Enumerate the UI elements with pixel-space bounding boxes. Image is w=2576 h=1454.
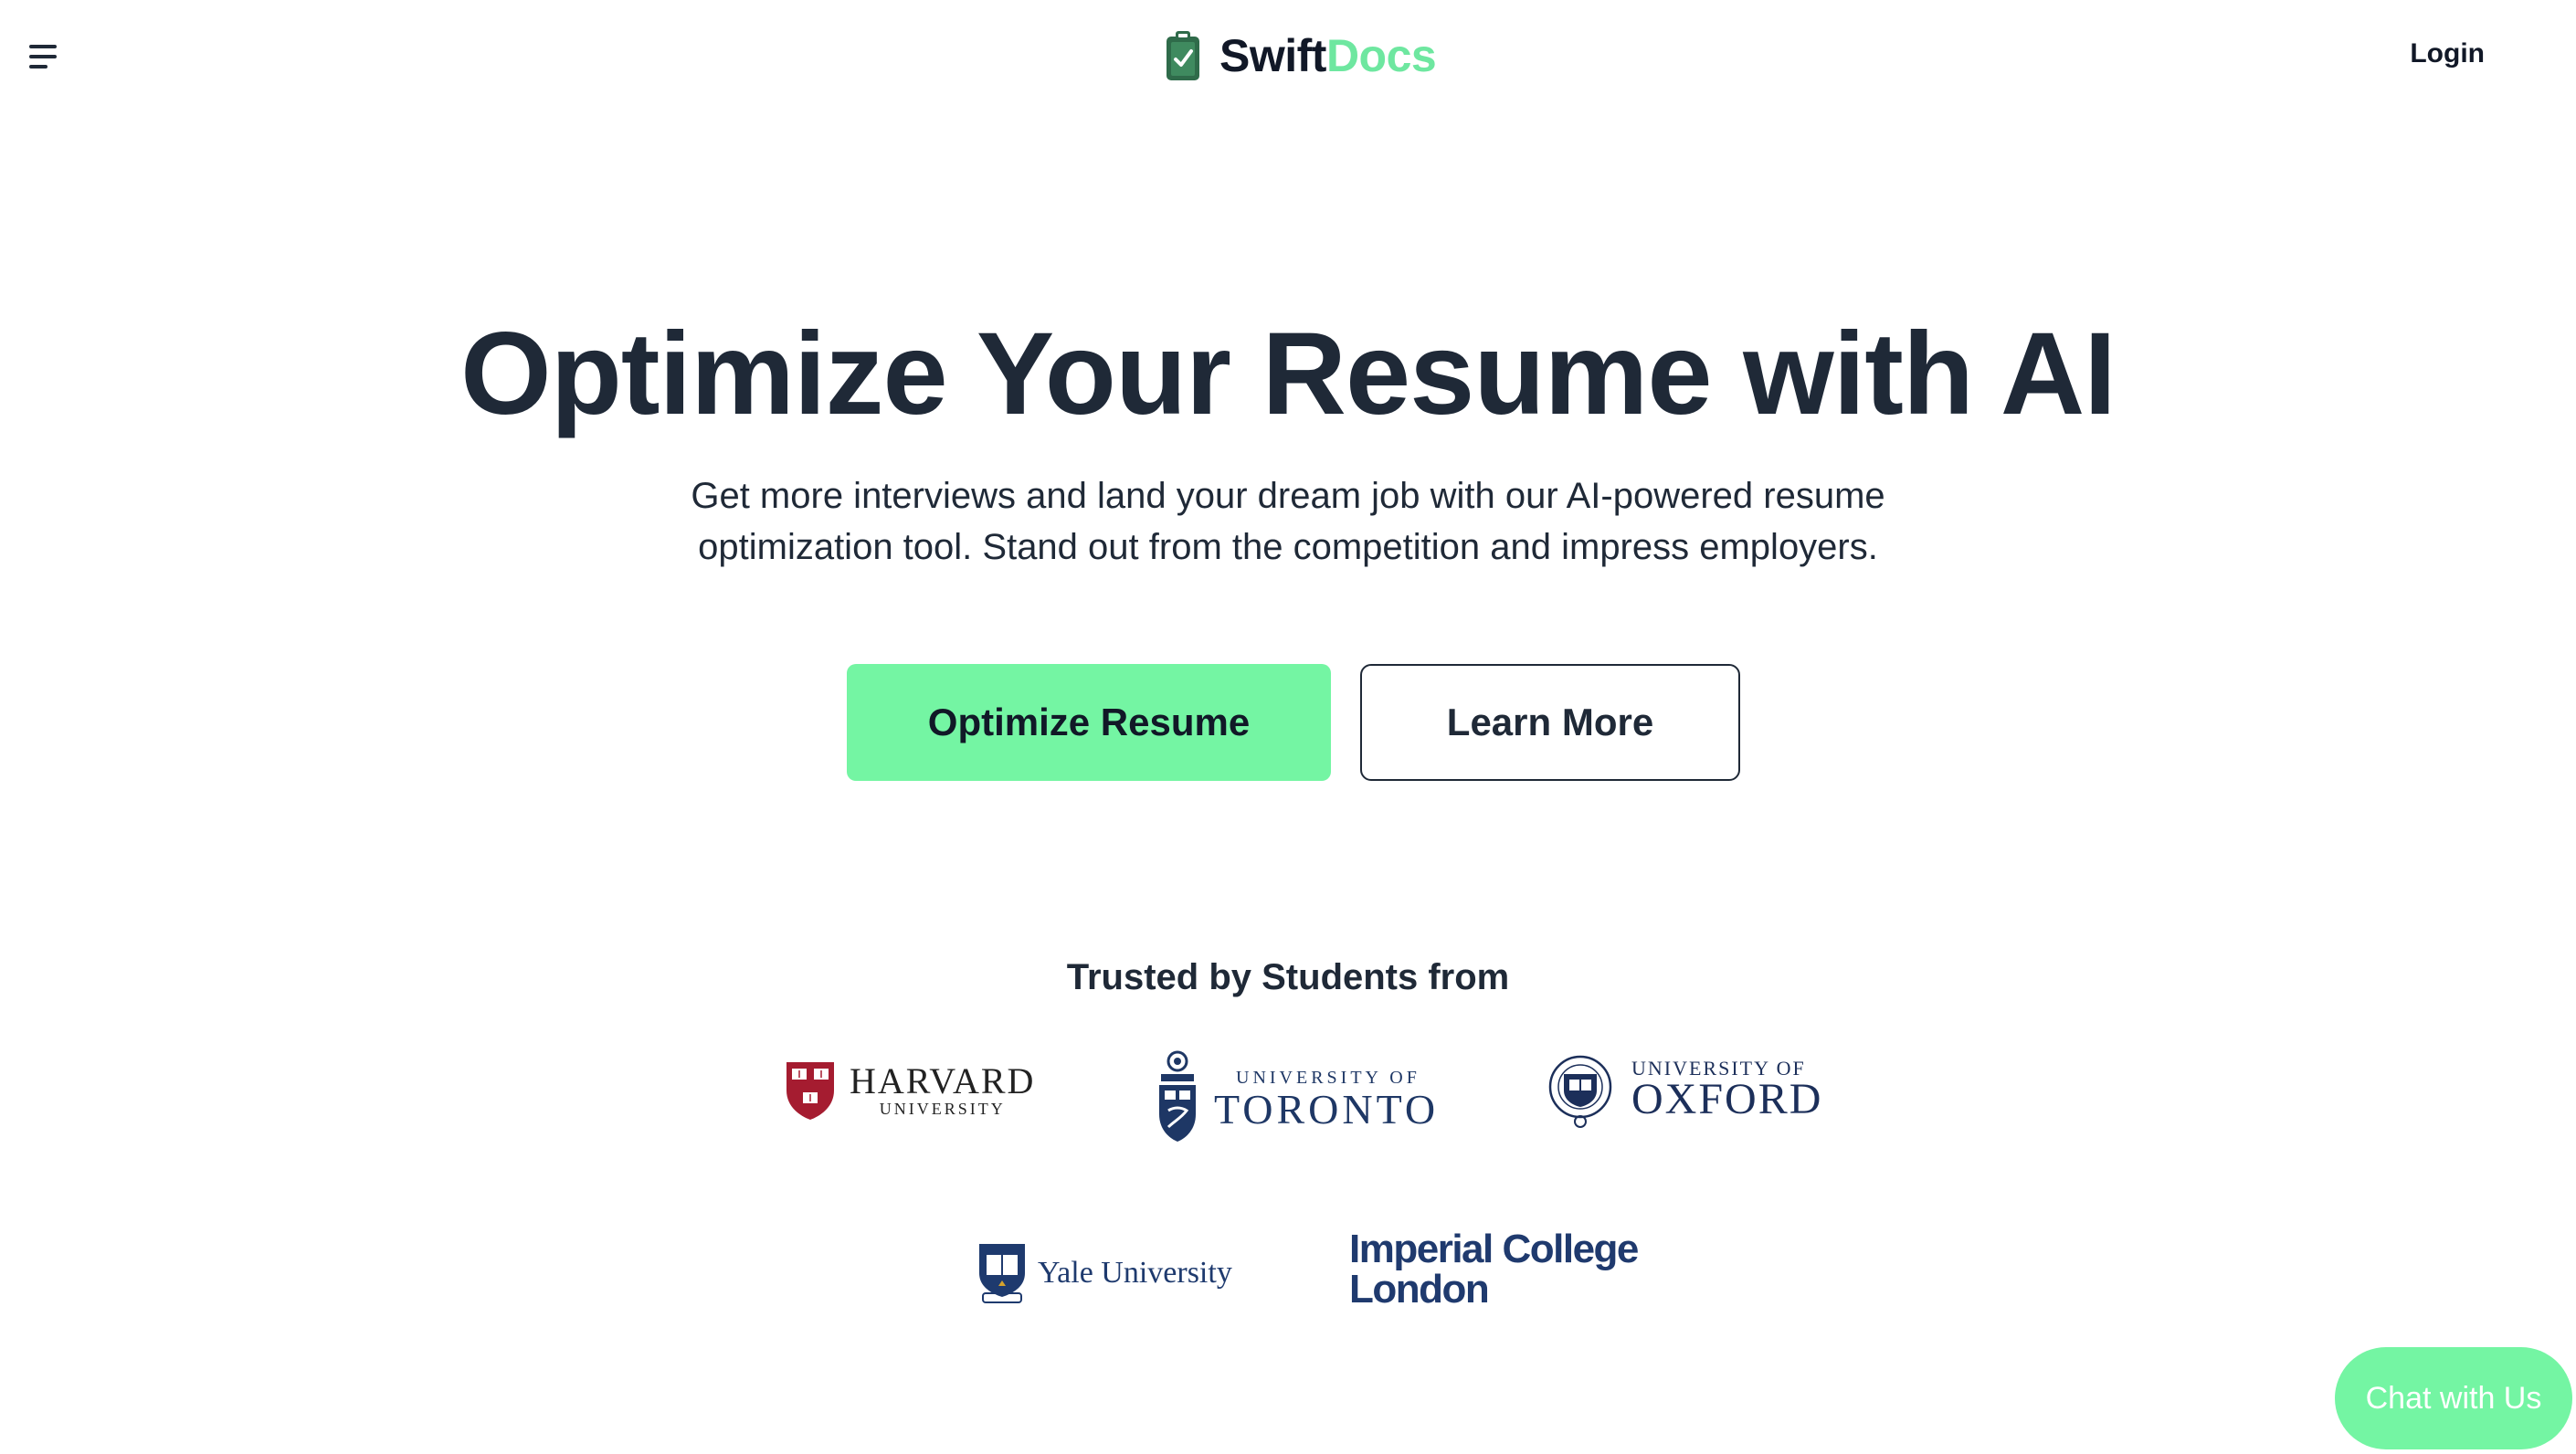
hero-subtitle: Get more interviews and land your dream … [691, 476, 1885, 567]
login-link[interactable]: Login [2410, 38, 2485, 69]
imperial-name: Imperial College [1349, 1227, 1639, 1271]
toronto-crest-icon [1159, 1050, 1196, 1142]
learn-more-button[interactable]: Learn More [1360, 664, 1740, 781]
imperial-logo: Imperial College London [1349, 1227, 1639, 1312]
oxford-seal-icon [1548, 1055, 1612, 1128]
oxford-logo: UNIVERSITY OF OXFORD [1547, 1050, 1822, 1129]
trusted-by-title: Trusted by Students from [1066, 957, 1510, 997]
hero-title: Optimize Your Resume with AI [460, 309, 2117, 439]
harvard-shield-icon [787, 1062, 834, 1120]
hamburger-menu-icon[interactable] [29, 42, 62, 71]
harvard-name: HARVARD [850, 1059, 1036, 1101]
yale-logo: Yale University [974, 1240, 1232, 1306]
landing-page: SwiftDocs Login Optimize Your Resume wit… [0, 0, 2576, 1454]
chat-with-us-button[interactable]: Chat with Us [2335, 1347, 2572, 1449]
oxford-name: OXFORD [1631, 1075, 1823, 1123]
harvard-logo: HARVARD UNIVERSITY [784, 1059, 1035, 1122]
document-check-icon [1167, 31, 1199, 80]
harvard-subname: UNIVERSITY [879, 1099, 1006, 1118]
yale-shield-icon [979, 1244, 1025, 1303]
imperial-city: London [1349, 1267, 1490, 1312]
brand-logo[interactable]: SwiftDocs [1165, 26, 1437, 86]
yale-name: Yale University [1038, 1256, 1232, 1290]
toronto-logo: UNIVERSITY OF TORONTO [1156, 1050, 1439, 1147]
optimize-resume-button[interactable]: Optimize Resume [847, 664, 1331, 781]
toronto-name: TORONTO [1214, 1085, 1440, 1133]
brand-name: SwiftDocs [1219, 30, 1437, 81]
